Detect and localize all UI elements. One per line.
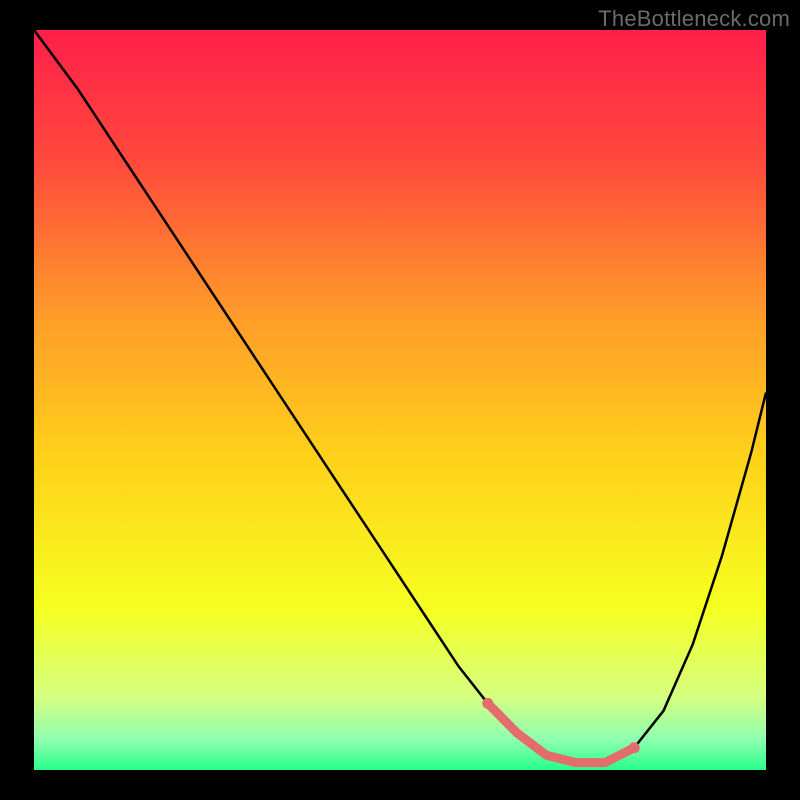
plot-area xyxy=(34,30,766,770)
chart-background xyxy=(34,30,766,770)
chart-svg xyxy=(34,30,766,770)
watermark-text: TheBottleneck.com xyxy=(598,6,790,32)
chart-frame: TheBottleneck.com xyxy=(0,0,800,800)
optimal-region-start-marker xyxy=(482,698,493,709)
optimal-region-end-marker xyxy=(629,742,640,753)
